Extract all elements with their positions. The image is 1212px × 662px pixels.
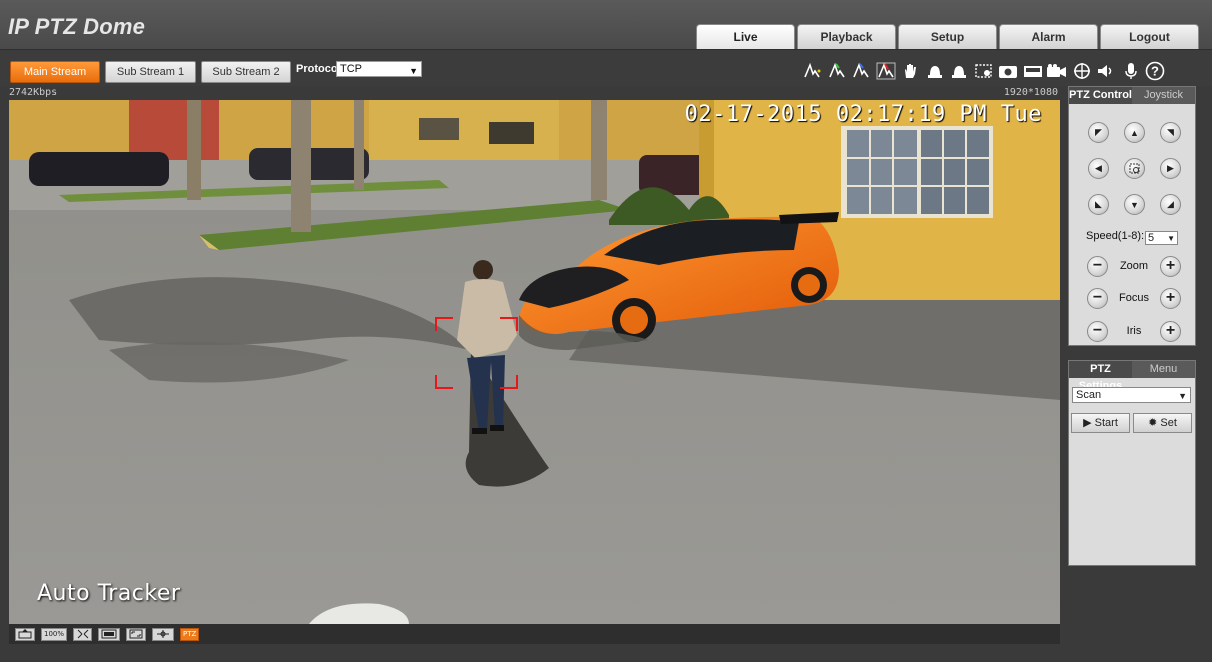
- tilt-down-button[interactable]: ▼: [1124, 194, 1145, 215]
- iris-control: − Iris +: [1087, 321, 1181, 343]
- video-scene: [9, 100, 1060, 624]
- tab-playback[interactable]: Playback: [797, 24, 896, 49]
- zoom-control: − Zoom +: [1087, 256, 1181, 278]
- original-scale-icon[interactable]: [15, 627, 35, 641]
- focus-minus-button[interactable]: −: [1087, 288, 1108, 309]
- pan-down-right-button[interactable]: ◢: [1160, 194, 1181, 215]
- pan-up-right-button[interactable]: ◥: [1160, 122, 1181, 143]
- protocol-value: TCP: [340, 63, 362, 75]
- alarm-light-2-icon[interactable]: [947, 61, 971, 81]
- region-focus-icon[interactable]: [1124, 158, 1145, 179]
- region-zoom-icon[interactable]: [972, 61, 996, 81]
- tab-menu[interactable]: Menu: [1132, 361, 1195, 378]
- tab-alarm[interactable]: Alarm: [999, 24, 1098, 49]
- chevron-down-icon: ▼: [409, 66, 418, 76]
- tool-icons: ?: [800, 61, 1168, 81]
- snapshot-icon[interactable]: [996, 61, 1020, 81]
- pan-down-left-button[interactable]: ◣: [1088, 194, 1109, 215]
- protocol-label: Protocol: [296, 63, 341, 75]
- play-icon: ▶: [1083, 417, 1095, 429]
- chevron-down-icon: ▼: [1167, 234, 1175, 243]
- focus-plus-button[interactable]: +: [1160, 288, 1181, 309]
- fullscreen-icon[interactable]: [126, 627, 147, 641]
- iris-plus-button[interactable]: +: [1160, 321, 1181, 342]
- zoom-in-button[interactable]: +: [1160, 256, 1181, 277]
- target-icon[interactable]: [1070, 61, 1094, 81]
- svg-text:?: ?: [1151, 64, 1159, 79]
- ptz-settings-panel: PTZ Settings Menu Scan ▼ ▶ Start ✹ Set: [1068, 360, 1196, 566]
- draw-rule-icon[interactable]: [800, 61, 824, 81]
- video-bottom-bar: 100% PTZ: [9, 624, 1060, 644]
- tab-ptz-settings[interactable]: PTZ Settings: [1069, 361, 1132, 392]
- zoom-label: Zoom: [1119, 260, 1149, 272]
- speaker-icon[interactable]: [1094, 61, 1118, 81]
- iris-minus-button[interactable]: −: [1087, 321, 1108, 342]
- tracking-box: [435, 317, 518, 389]
- ptz-mode-value: Scan: [1076, 389, 1102, 401]
- osd-auto-tracker: Auto Tracker: [37, 581, 181, 606]
- app-header: IP PTZ Dome Live Playback Setup Alarm Lo…: [0, 0, 1212, 50]
- ptz-control-tabs: PTZ Control Joystick: [1069, 87, 1195, 104]
- hand-icon[interactable]: [898, 61, 922, 81]
- bitrate-readout: 2742Kbps: [9, 87, 58, 98]
- tilt-up-button[interactable]: ▲: [1124, 122, 1145, 143]
- help-icon[interactable]: ?: [1143, 61, 1167, 81]
- microphone-icon[interactable]: [1119, 61, 1143, 81]
- speed-label: Speed(1-8):: [1086, 230, 1145, 242]
- aspect-ratio-icon[interactable]: [98, 627, 121, 641]
- alarm-light-icon[interactable]: [923, 61, 947, 81]
- tab-setup[interactable]: Setup: [898, 24, 997, 49]
- start-button[interactable]: ▶ Start: [1071, 413, 1130, 433]
- iris-label: Iris: [1126, 325, 1142, 337]
- app-title: IP PTZ Dome: [8, 14, 146, 39]
- tab-live[interactable]: Live: [696, 24, 795, 49]
- gear-icon: ✹: [1148, 417, 1161, 429]
- resolution-readout: 1920*1080: [1003, 87, 1058, 98]
- video-camera-icon[interactable]: [1045, 61, 1069, 81]
- sub-stream-2-button[interactable]: Sub Stream 2: [201, 61, 291, 83]
- tab-joystick[interactable]: Joystick: [1132, 87, 1195, 104]
- fit-window-icon[interactable]: [73, 627, 93, 641]
- sub-stream-1-button[interactable]: Sub Stream 1: [105, 61, 196, 83]
- draw-rule-red-icon[interactable]: [874, 61, 898, 81]
- ptz-settings-tabs: PTZ Settings Menu: [1069, 361, 1195, 392]
- ptz-control-panel: PTZ Control Joystick ◤ ▲ ◥ ◀ ▶ ◣ ▼ ◢ Spe…: [1068, 86, 1196, 346]
- ptz-toggle-button[interactable]: PTZ: [180, 627, 200, 641]
- start-label: Start: [1094, 417, 1118, 429]
- digital-zoom-icon[interactable]: [152, 627, 175, 641]
- pan-right-button[interactable]: ▶: [1160, 158, 1181, 179]
- tab-logout[interactable]: Logout: [1100, 24, 1199, 49]
- main-stream-button[interactable]: Main Stream: [10, 61, 100, 83]
- focus-control: − Focus +: [1087, 288, 1181, 310]
- stream-info: 2742Kbps 1920*1080: [9, 86, 1060, 100]
- protocol-select[interactable]: TCP ▼: [336, 61, 422, 77]
- record-icon[interactable]: [1021, 61, 1045, 81]
- live-video[interactable]: 02-17-2015 02:17:19 PM Tue Auto Tracker: [9, 100, 1060, 624]
- set-label: Set: [1160, 417, 1177, 429]
- set-button[interactable]: ✹ Set: [1133, 413, 1192, 433]
- ptz-mode-select[interactable]: Scan ▼: [1072, 387, 1191, 403]
- speed-select[interactable]: 5 ▼: [1145, 231, 1178, 245]
- draw-rule-3-icon[interactable]: [849, 61, 873, 81]
- draw-rule-2-icon[interactable]: [825, 61, 849, 81]
- speed-value: 5: [1148, 232, 1155, 244]
- chevron-down-icon: ▼: [1178, 391, 1187, 401]
- osd-timestamp: 02-17-2015 02:17:19 PM Tue: [684, 102, 1042, 127]
- stream-toolbar: Main Stream Sub Stream 1 Sub Stream 2 Pr…: [0, 50, 1212, 86]
- zoom-out-button[interactable]: −: [1087, 256, 1108, 277]
- zoom-100-button[interactable]: 100%: [41, 627, 68, 641]
- focus-label: Focus: [1119, 292, 1149, 304]
- tab-ptz-control[interactable]: PTZ Control: [1069, 87, 1132, 104]
- main-nav: Live Playback Setup Alarm Logout: [696, 24, 1201, 49]
- pan-left-button[interactable]: ◀: [1088, 158, 1109, 179]
- pan-up-left-button[interactable]: ◤: [1088, 122, 1109, 143]
